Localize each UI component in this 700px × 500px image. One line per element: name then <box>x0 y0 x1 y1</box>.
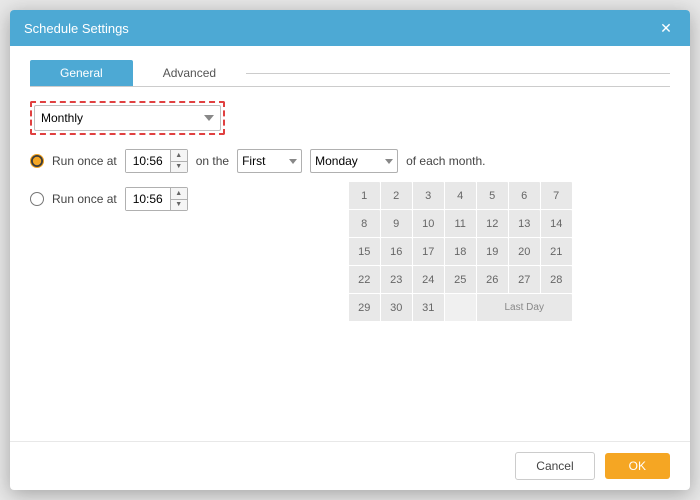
content-area: General Advanced Monthly Daily Weekly Ye… <box>10 46 690 441</box>
calendar-table: 1 2 3 4 5 6 7 8 9 10 11 <box>348 181 573 322</box>
cal-row-5: 29 30 31 Last Day <box>348 294 572 322</box>
run-once-label-2: Run once at <box>52 192 117 206</box>
suffix-label: of each month. <box>406 154 485 168</box>
cal-row-4: 22 23 24 25 26 27 28 <box>348 266 572 294</box>
position-select[interactable]: First Second Third Fourth Last <box>237 149 302 173</box>
schedule-type-select[interactable]: Monthly Daily Weekly Yearly <box>34 105 221 131</box>
cal-cell[interactable]: 14 <box>540 210 572 238</box>
cal-cell[interactable]: 16 <box>380 238 412 266</box>
cal-cell[interactable]: 31 <box>412 294 444 322</box>
cal-cell[interactable]: 23 <box>380 266 412 294</box>
cal-cell[interactable]: 30 <box>380 294 412 322</box>
radio-row-1: Run once at ▲ ▼ on the First Second Thir… <box>30 149 670 173</box>
spin-up-2[interactable]: ▲ <box>171 188 187 200</box>
cal-cell[interactable]: 6 <box>508 182 540 210</box>
tab-general[interactable]: General <box>30 60 133 86</box>
time-spinner-1[interactable]: ▲ ▼ <box>125 149 188 173</box>
cal-row-3: 15 16 17 18 19 20 21 <box>348 238 572 266</box>
cal-cell[interactable]: 10 <box>412 210 444 238</box>
cal-cell[interactable]: 13 <box>508 210 540 238</box>
cal-cell[interactable]: 24 <box>412 266 444 294</box>
dialog-title: Schedule Settings <box>24 21 129 36</box>
cal-row-1: 1 2 3 4 5 6 7 <box>348 182 572 210</box>
row2-wrapper: Run once at ▲ ▼ 1 2 3 <box>30 187 670 322</box>
day-select[interactable]: Monday Tuesday Wednesday Thursday Friday… <box>310 149 398 173</box>
cal-cell[interactable]: 4 <box>444 182 476 210</box>
cal-cell[interactable]: 29 <box>348 294 380 322</box>
time-input-1[interactable] <box>126 150 170 172</box>
title-bar: Schedule Settings ✕ <box>10 10 690 46</box>
cal-cell[interactable]: 8 <box>348 210 380 238</box>
cal-cell[interactable]: 20 <box>508 238 540 266</box>
footer: Cancel OK <box>10 441 690 490</box>
cal-cell[interactable]: 3 <box>412 182 444 210</box>
spin-up-1[interactable]: ▲ <box>171 150 187 162</box>
calendar-grid: 1 2 3 4 5 6 7 8 9 10 11 <box>348 181 573 322</box>
tab-advanced[interactable]: Advanced <box>133 60 246 86</box>
cal-cell[interactable]: 19 <box>476 238 508 266</box>
cal-cell[interactable]: 28 <box>540 266 572 294</box>
tab-divider <box>246 73 670 74</box>
cal-cell[interactable]: 26 <box>476 266 508 294</box>
close-button[interactable]: ✕ <box>656 18 676 38</box>
cal-cell[interactable]: 27 <box>508 266 540 294</box>
cal-cell[interactable]: 1 <box>348 182 380 210</box>
cal-last-day[interactable]: Last Day <box>476 294 572 322</box>
dialog: Schedule Settings ✕ General Advanced Mon… <box>10 10 690 490</box>
radio-row-2: Run once at ▲ ▼ <box>30 187 188 211</box>
cal-cell[interactable]: 18 <box>444 238 476 266</box>
spin-arrows-1: ▲ ▼ <box>170 150 187 172</box>
cal-cell[interactable]: 11 <box>444 210 476 238</box>
run-once-label-1: Run once at <box>52 154 117 168</box>
cal-cell-empty <box>444 294 476 322</box>
cal-cell[interactable]: 2 <box>380 182 412 210</box>
cal-row-2: 8 9 10 11 12 13 14 <box>348 210 572 238</box>
ok-button[interactable]: OK <box>605 453 670 479</box>
cal-cell[interactable]: 17 <box>412 238 444 266</box>
spin-arrows-2: ▲ ▼ <box>170 188 187 210</box>
cal-cell[interactable]: 5 <box>476 182 508 210</box>
cal-cell[interactable]: 21 <box>540 238 572 266</box>
time-input-2[interactable] <box>126 188 170 210</box>
spin-down-1[interactable]: ▼ <box>171 162 187 173</box>
cal-cell[interactable]: 12 <box>476 210 508 238</box>
cancel-button[interactable]: Cancel <box>515 452 594 480</box>
cal-cell[interactable]: 15 <box>348 238 380 266</box>
cal-cell[interactable]: 7 <box>540 182 572 210</box>
cal-cell[interactable]: 9 <box>380 210 412 238</box>
schedule-type-wrapper: Monthly Daily Weekly Yearly <box>30 101 225 135</box>
on-the-label: on the <box>196 154 229 168</box>
cal-cell[interactable]: 25 <box>444 266 476 294</box>
radio-option-1[interactable] <box>30 154 44 168</box>
tabs-container: General Advanced <box>30 60 670 87</box>
radio-option-2[interactable] <box>30 192 44 206</box>
cal-cell[interactable]: 22 <box>348 266 380 294</box>
spin-down-2[interactable]: ▼ <box>171 200 187 211</box>
time-spinner-2[interactable]: ▲ ▼ <box>125 187 188 211</box>
